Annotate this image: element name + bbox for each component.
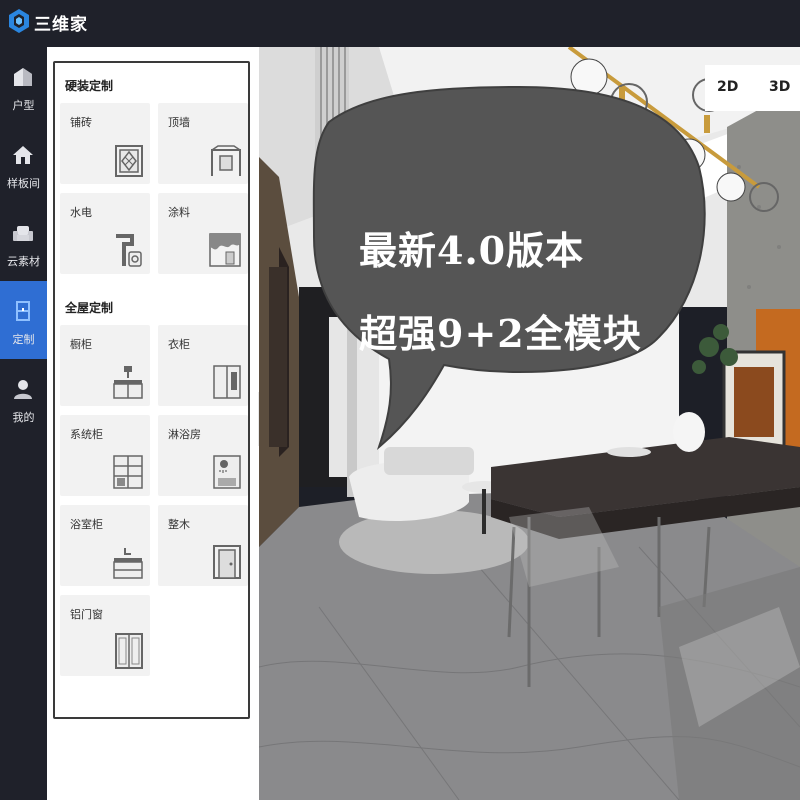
tile-shower-room[interactable]: 淋浴房 <box>158 415 248 496</box>
ceiling-icon <box>211 145 241 176</box>
tile-label: 铝门窗 <box>70 608 103 621</box>
tile-paint[interactable]: 涂料 <box>158 193 248 274</box>
tile-icon <box>115 145 143 177</box>
top-bar: 三维家 <box>0 0 800 47</box>
tile-system-cabinet[interactable]: 系统柜 <box>60 415 150 496</box>
model-home-icon <box>13 146 33 164</box>
section-title-hard-decoration: 硬装定制 <box>65 79 114 93</box>
tile-label: 浴室柜 <box>70 518 103 531</box>
tile-aluminum-window[interactable]: 铝门窗 <box>60 595 150 676</box>
view-2d-button[interactable]: 2D <box>717 79 738 95</box>
section-title-whole-house: 全屋定制 <box>65 301 114 315</box>
brand-logo-icon <box>9 9 29 33</box>
nav-label: 定制 <box>12 333 35 346</box>
promo-line-2: 超强9+2全模块 <box>359 311 642 356</box>
nav-label: 样板间 <box>7 177 40 190</box>
tile-plumbing-electric[interactable]: 水电 <box>60 193 150 274</box>
plumbing-icon <box>116 234 142 267</box>
nav-item-cloud-material[interactable]: 云素材 <box>0 203 47 281</box>
view-mode-toggle: 2D 3D <box>705 65 800 111</box>
brand-name: 三维家 <box>34 15 88 35</box>
tile-label: 涂料 <box>168 206 190 219</box>
3d-viewport[interactable]: 最新4.0版本 超强9+2全模块 2D 3D <box>259 47 800 800</box>
kitchen-cabinet-icon <box>113 366 143 399</box>
nav-item-floorplan[interactable]: 户型 <box>0 47 47 125</box>
tile-label: 淋浴房 <box>168 428 201 441</box>
tile-whole-wood[interactable]: 整木 <box>158 505 248 586</box>
tile-label: 橱柜 <box>70 338 92 351</box>
tile-kitchen-cabinet[interactable]: 橱柜 <box>60 325 150 406</box>
tile-label: 整木 <box>168 518 190 531</box>
shower-room-icon <box>213 455 241 489</box>
tile-label: 系统柜 <box>70 428 103 441</box>
paint-icon <box>209 233 241 267</box>
system-cabinet-icon <box>113 455 143 489</box>
wardrobe-icon <box>213 365 241 399</box>
nav-item-model-home[interactable]: 样板间 <box>0 125 47 203</box>
catalog-box: 硬装定制 铺砖 顶墙 水电 涂料 全屋定制 橱柜 衣柜 系统柜 淋浴房 浴室柜 … <box>53 61 250 719</box>
tile-bathroom-cabinet[interactable]: 浴室柜 <box>60 505 150 586</box>
aluminum-window-icon <box>115 633 143 669</box>
sofa-icon <box>13 226 33 241</box>
nav-label: 我的 <box>12 411 35 424</box>
tile-label: 铺砖 <box>70 116 92 129</box>
tile-wardrobe[interactable]: 衣柜 <box>158 325 248 406</box>
bathroom-cabinet-icon <box>113 548 143 579</box>
house-icon <box>14 68 32 86</box>
user-icon <box>14 380 32 399</box>
promo-line-1: 最新4.0版本 <box>359 228 585 273</box>
cabinet-icon <box>16 301 30 321</box>
view-3d-button[interactable]: 3D <box>769 79 790 95</box>
nav-item-custom[interactable]: 定制 <box>0 281 47 359</box>
nav-label: 户型 <box>12 99 35 112</box>
wood-door-icon <box>213 545 241 579</box>
tile-label: 衣柜 <box>168 338 190 351</box>
left-nav: 户型 样板间 云素材 定制 我的 <box>0 47 47 800</box>
custom-panel: 硬装定制 铺砖 顶墙 水电 涂料 全屋定制 橱柜 衣柜 系统柜 淋浴房 浴室柜 … <box>47 47 259 800</box>
tile-label: 顶墙 <box>168 116 190 129</box>
room-render <box>259 47 800 800</box>
nav-label: 云素材 <box>7 255 40 268</box>
nav-item-mine[interactable]: 我的 <box>0 359 47 437</box>
tile-floor-tile[interactable]: 铺砖 <box>60 103 150 184</box>
tile-label: 水电 <box>70 206 92 219</box>
tile-ceiling-wall[interactable]: 顶墙 <box>158 103 248 184</box>
